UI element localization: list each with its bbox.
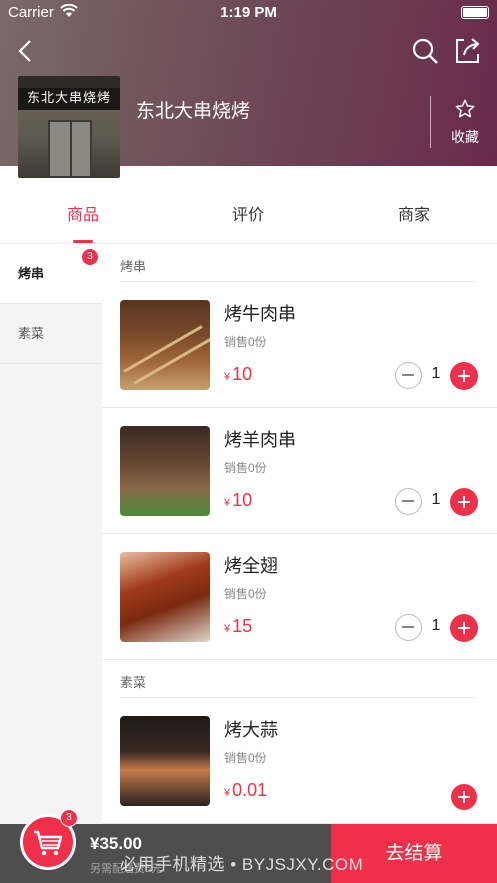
increase-button[interactable] <box>450 362 478 390</box>
sidebar-item-label: 烤串 <box>18 266 45 281</box>
tab-bar: 商品 评价 商家 <box>0 188 497 244</box>
active-tab-indicator <box>73 240 93 243</box>
shop-name: 东北大串烧烤 <box>136 101 251 122</box>
share-icon <box>456 38 480 63</box>
item-name: 烤牛肉串 <box>224 304 296 324</box>
decrease-button[interactable] <box>395 488 422 515</box>
divider <box>430 96 431 148</box>
tab-reviews[interactable]: 评价 <box>198 188 298 244</box>
increase-button[interactable] <box>450 614 478 642</box>
increase-button[interactable] <box>450 488 478 516</box>
item-quantity: 1 <box>431 365 441 382</box>
item-sales: 销售0份 <box>224 335 267 349</box>
currency-symbol: ¥ <box>224 371 231 383</box>
search-button[interactable] <box>410 36 440 66</box>
menu-list[interactable]: 烤串 烤牛肉串 销售0份 ¥10 1 烤羊肉串 销售0份 ¥10 1 烤全翅 销… <box>102 244 497 824</box>
logo-sign: 东北大串烧烤 <box>18 88 120 110</box>
price-value: 15 <box>232 616 253 636</box>
battery-icon <box>461 6 489 19</box>
item-price: ¥15 <box>224 616 252 637</box>
logo-storefront <box>48 120 92 178</box>
sidebar-count-badge: 3 <box>82 249 98 265</box>
back-button[interactable] <box>12 36 40 66</box>
list-item[interactable]: 烤羊肉串 销售0份 ¥10 1 <box>102 408 497 534</box>
food-image <box>120 716 210 806</box>
decrease-button[interactable] <box>395 362 422 389</box>
currency-symbol: ¥ <box>224 497 231 509</box>
carrier-label: Carrier <box>8 4 54 21</box>
search-icon <box>412 38 438 64</box>
watermark: 必用手机精选 • BYJSJXY.COM <box>120 855 364 874</box>
item-name: 烤全翅 <box>224 556 278 576</box>
item-price: ¥10 <box>224 364 252 385</box>
price-value: 0.01 <box>232 780 268 800</box>
tab-merchant[interactable]: 商家 <box>364 188 464 244</box>
food-image <box>120 300 210 390</box>
sidebar-item-vegetables[interactable]: 素菜 <box>0 304 102 364</box>
favorite-button[interactable]: 收藏 <box>440 98 490 148</box>
favorite-label: 收藏 <box>451 129 479 145</box>
price-value: 10 <box>232 364 253 384</box>
shop-header: Carrier 1:19 PM 东北大串烧烤 东北大串烧烤 收藏 <box>0 0 497 178</box>
item-sales: 销售0份 <box>224 751 267 765</box>
wifi-icon <box>60 3 78 22</box>
tab-products[interactable]: 商品 <box>33 188 133 244</box>
food-image <box>120 552 210 642</box>
item-sales: 销售0份 <box>224 587 267 601</box>
decrease-button[interactable] <box>395 614 422 641</box>
item-quantity: 1 <box>431 617 441 634</box>
item-sales: 销售0份 <box>224 461 267 475</box>
shop-logo: 东北大串烧烤 <box>18 76 120 178</box>
clock: 1:19 PM <box>220 4 277 21</box>
food-image <box>120 426 210 516</box>
item-price: ¥10 <box>224 490 252 511</box>
increase-button[interactable] <box>451 784 477 810</box>
item-name: 烤羊肉串 <box>224 430 296 450</box>
sidebar-item-label: 素菜 <box>18 326 45 341</box>
currency-symbol: ¥ <box>224 623 231 635</box>
list-item[interactable]: 烤全翅 销售0份 ¥15 1 <box>102 534 497 660</box>
currency-symbol: ¥ <box>224 787 231 799</box>
chevron-left-icon <box>18 40 31 62</box>
item-quantity: 1 <box>431 491 441 508</box>
star-outline-icon <box>455 99 475 118</box>
category-header: 素菜 <box>102 660 497 698</box>
price-value: 10 <box>232 490 253 510</box>
item-price: ¥0.01 <box>224 780 267 801</box>
item-name: 烤大蒜 <box>224 720 278 740</box>
category-sidebar: 烤串 3 素菜 <box>0 244 102 824</box>
list-item[interactable]: 烤大蒜 销售0份 ¥0.01 <box>102 698 497 824</box>
share-button[interactable] <box>452 36 482 66</box>
sidebar-item-skewers[interactable]: 烤串 3 <box>0 244 102 304</box>
list-item[interactable]: 烤牛肉串 销售0份 ¥10 1 <box>102 282 497 408</box>
category-header: 烤串 <box>102 244 497 282</box>
status-bar: Carrier 1:19 PM <box>0 0 497 26</box>
cart-count-badge: 3 <box>60 809 78 827</box>
